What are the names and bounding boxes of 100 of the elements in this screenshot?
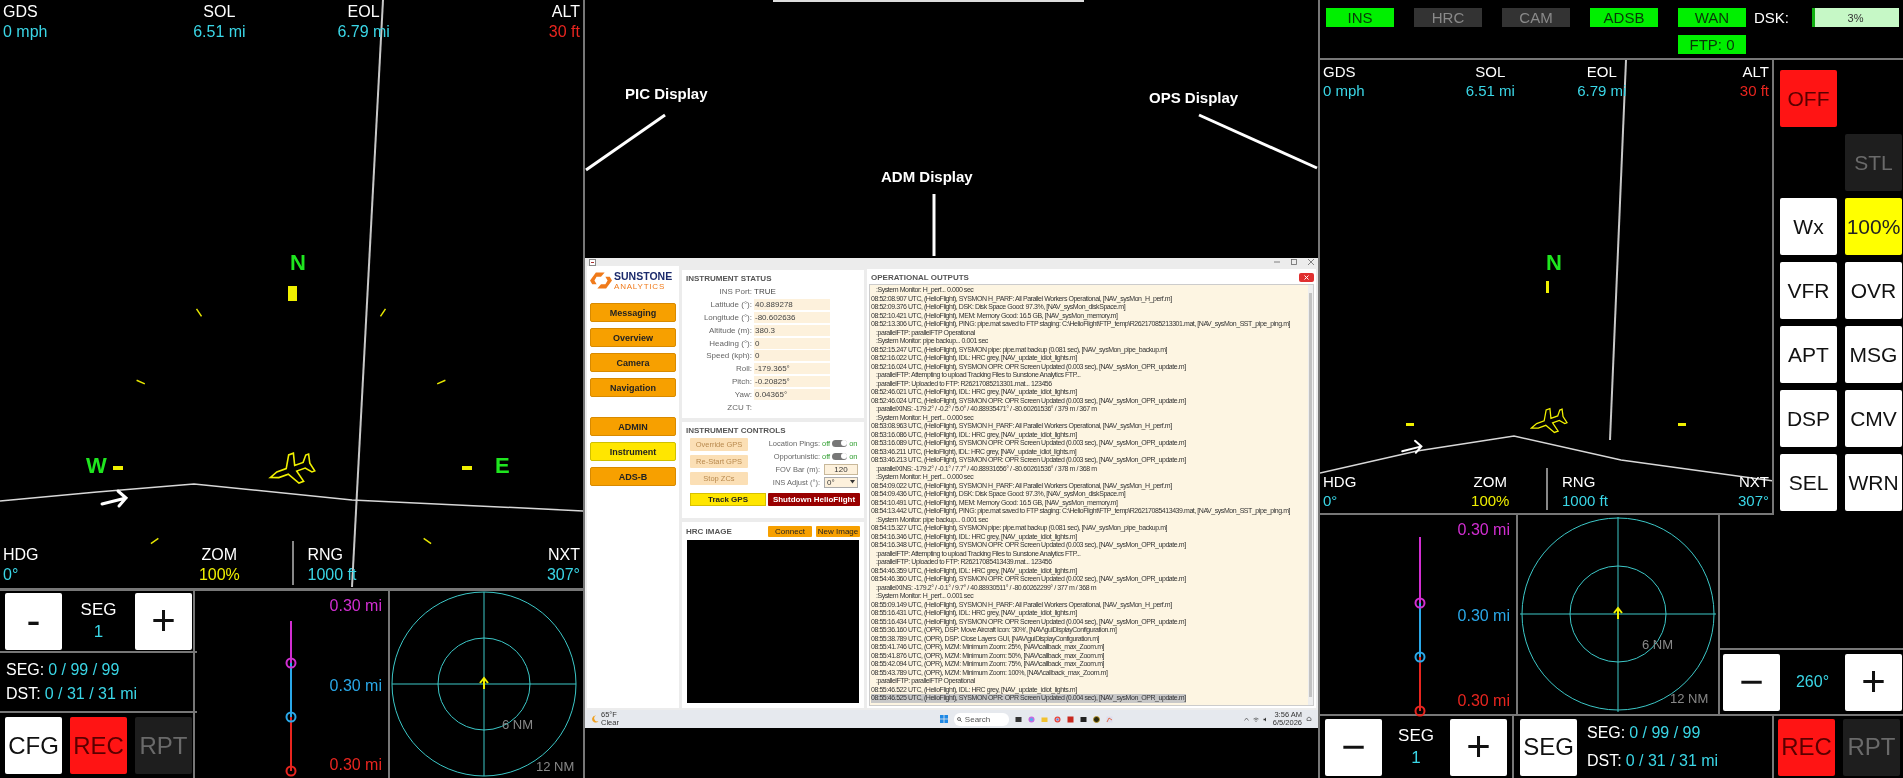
status-indicator: HRC [1414,8,1482,27]
nav-button[interactable]: ADS-B [590,467,676,486]
speaker-icon[interactable] [1262,716,1269,722]
summary-label: DST: [1587,752,1622,770]
compass-letter: W [86,455,107,477]
field-label: Longitude (°): [702,312,753,322]
plus-button[interactable]: + [135,592,192,650]
field-label: Latitude (°): [709,299,753,309]
summary-label: SEG: [1587,724,1626,742]
field-label: Altitude (m): [707,325,753,335]
toggle-switch[interactable] [832,452,848,460]
readout-label: ZOM [1473,472,1507,491]
callout-label: PIC Display [625,85,708,102]
aircraft-arrow-icon [479,676,489,690]
chevron-up-icon[interactable] [1243,717,1249,721]
mode-button[interactable]: CMV [1845,390,1902,447]
dropdown[interactable]: 0° [824,476,858,488]
distance-label: 0.30 mi [329,597,382,615]
scrollbar[interactable] [1308,285,1313,705]
readout-label: EOL [347,2,380,22]
shutdown-button[interactable]: Shutdown HelioFlight [768,493,860,506]
callout-label: ADM Display [881,168,973,185]
field-label: Roll: [735,364,753,374]
browser-icon[interactable] [1053,715,1061,723]
wifi-icon[interactable] [1252,716,1259,722]
summary-value: 0 / 99 / 99 [48,661,120,679]
minus-button[interactable]: − [1723,653,1780,711]
search-field[interactable]: Search [953,712,1009,726]
nav-button[interactable]: ADMIN [590,417,676,436]
compass-letter: E [495,455,510,477]
start-icon[interactable] [939,715,948,723]
mode-button[interactable]: SEL [1780,454,1837,511]
mode-button[interactable]: 100% [1845,198,1902,255]
number-field[interactable]: 120 [824,463,858,475]
nav-button[interactable]: Messaging [590,303,676,322]
mode-button[interactable]: OFF [1780,70,1837,127]
mode-button[interactable]: DSP [1780,390,1837,447]
mode-button[interactable]: APT [1780,326,1837,383]
maximize-icon[interactable] [1291,259,1297,265]
readout-label: RNG [1562,472,1596,491]
terminal-icon[interactable] [1079,715,1087,723]
value-field: 380.3 [754,324,830,336]
field-label: Speed (kph): [705,351,753,361]
readout-value: 0° [1323,491,1338,510]
mode-button[interactable]: CFG [5,717,62,774]
toggle-switch[interactable] [832,439,848,447]
nav-button[interactable]: Camera [590,353,676,372]
mode-button[interactable]: OVR [1845,262,1902,319]
mode-button[interactable]: WRN [1845,454,1902,511]
readout-label: ALT [1742,62,1769,81]
minus-button[interactable]: − [1325,718,1382,776]
image-button[interactable]: New Image [816,526,860,537]
readout-value: 0 mph [3,22,48,42]
field-value: TRUE [754,285,776,297]
mode-button[interactable]: REC [70,717,127,774]
nav-button[interactable]: Navigation [590,378,676,397]
task-view-icon[interactable] [1014,715,1022,723]
minus-button[interactable]: - [5,592,62,650]
logo-name: SUNSTONE [614,270,673,282]
value-field: 40.889278 [754,298,830,310]
track-button[interactable]: Track GPS [690,493,766,506]
round-app-icon[interactable] [1092,715,1100,723]
chart-app-icon[interactable] [1105,715,1113,723]
close-icon[interactable] [1308,259,1314,265]
mode-button[interactable]: REC [1778,718,1835,776]
mode-button[interactable]: MSG [1845,326,1902,383]
value-field: -0.20825° [754,376,830,388]
readout-value: 6.51 mi [193,22,246,42]
bell-icon[interactable] [1306,716,1312,722]
distance-label: 0.30 mi [1457,692,1510,710]
field-label: Yaw: [733,390,753,400]
seg-value: 1 [93,621,104,643]
status-indicator: FTP: 0 [1678,35,1746,54]
readout-label: EOL [1586,62,1617,81]
swirl-icon[interactable] [1027,715,1035,723]
image-button[interactable]: Connect [768,526,812,537]
nav-button[interactable]: Instrument [590,442,676,461]
seg-value: 1 [1411,747,1421,769]
status-indicator: INS [1326,8,1394,27]
field-label: Heading (°): [708,338,753,348]
readout-value: 307° [546,565,580,585]
mode-button[interactable]: Wx [1780,198,1837,255]
seg-label: SEG [80,599,117,621]
marker-dash [1678,423,1686,426]
seg-button[interactable]: SEG [1520,718,1577,776]
heading-value: 260° [1795,673,1830,691]
app-tile-icon[interactable] [1066,715,1074,723]
readout-label: RNG [307,545,344,565]
arrow-icon [1401,439,1423,454]
close-button[interactable] [1299,273,1314,282]
nav-button[interactable]: Overview [590,328,676,347]
waypoint-marker [1546,281,1549,293]
plus-button[interactable]: + [1845,653,1902,711]
callout-label: OPS Display [1149,89,1239,106]
logo-icon [590,271,612,290]
readout-label: GDS [1323,62,1356,81]
status-indicator: ADSB [1590,8,1658,27]
summary-label: SEG: [6,661,45,679]
plus-button[interactable]: + [1450,718,1507,776]
mode-button[interactable]: VFR [1780,262,1837,319]
